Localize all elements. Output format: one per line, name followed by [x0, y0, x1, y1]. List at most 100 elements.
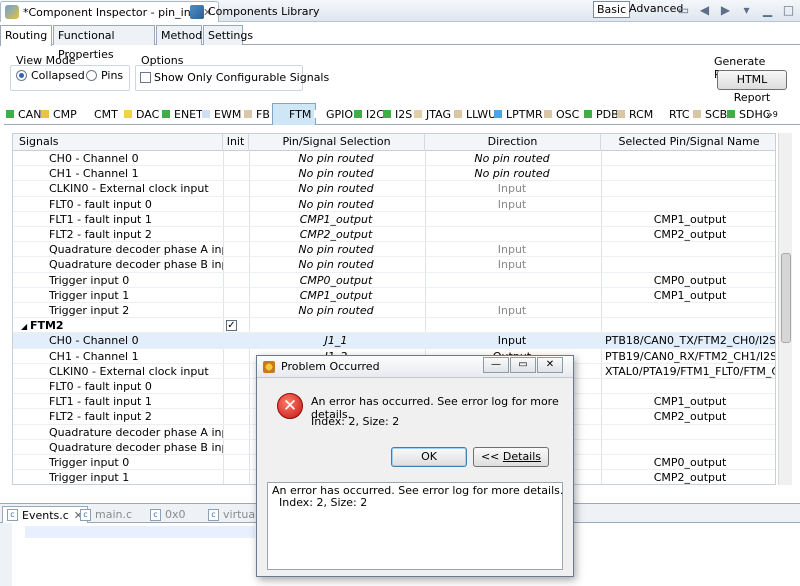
peripheral-tab-dac[interactable]: DAC: [122, 103, 159, 125]
details-button[interactable]: << Details: [473, 447, 549, 467]
peripheral-tab-ewm[interactable]: EWM: [200, 103, 241, 125]
tab-functional-properties[interactable]: Functional Properties: [53, 25, 155, 61]
forward-icon[interactable]: ▶: [718, 3, 733, 17]
peripheral-tab-label: ENET: [174, 107, 203, 121]
html-report-button[interactable]: HTML Report: [717, 70, 787, 104]
signal-name: FLT0 - fault input 0: [49, 380, 152, 393]
inspector-sub-tabs: Routing Functional Properties Methods Se…: [0, 25, 800, 61]
table-group-row[interactable]: ◢ FTM2 ✓: [13, 318, 775, 334]
minimize-icon[interactable]: ▁: [760, 3, 775, 17]
peripheral-tab-llwu[interactable]: LLWU: [452, 103, 496, 125]
peripheral-tab-gpio[interactable]: GPIO: [312, 103, 353, 125]
header-direction[interactable]: Direction: [425, 134, 601, 151]
peripheral-tab-i2s[interactable]: I2S: [381, 103, 412, 125]
table-row[interactable]: FLT1 - fault input 1 CMP1_output CMP1_outp…: [13, 212, 775, 227]
peripheral-tab-i2c[interactable]: I2C: [352, 103, 384, 125]
more-tabs-chevron-icon[interactable]: » 9: [764, 103, 778, 125]
editor-tab-label: Components Library: [208, 5, 320, 18]
bottom-tab-0x0[interactable]: c 0x0: [150, 506, 186, 523]
header-selected-pin-signal-name[interactable]: Selected Pin/Signal Name: [601, 134, 775, 151]
back-icon[interactable]: ◀: [697, 3, 712, 17]
pin-selection: No pin routed: [298, 304, 374, 317]
signal-name: CH0 - Channel 0: [49, 334, 139, 348]
table-row[interactable]: CLKIN0 - External clock input No pin rout…: [13, 181, 775, 197]
peripheral-tab-cmp[interactable]: CMP: [39, 103, 77, 125]
overflow-chevron: »: [766, 107, 773, 121]
peripheral-color-swatch: [314, 110, 322, 118]
expand-arrow-icon[interactable]: ◢: [21, 322, 30, 331]
details-line-2: Index: 2, Size: 2: [272, 496, 368, 509]
table-vertical-scrollbar[interactable]: [778, 133, 792, 485]
table-row[interactable]: Trigger input 2 No pin routed Input: [13, 303, 775, 319]
peripheral-tab-strip: CAN CMP CMT DAC ENET EWM FB FTM GPIO I2C I2S JTAG LL…: [4, 103, 800, 125]
peripheral-tab-osc[interactable]: OSC: [542, 103, 579, 125]
c-file-icon: c: [7, 509, 18, 521]
peripheral-tab-rtc[interactable]: RTC: [655, 103, 690, 125]
table-row[interactable]: Quadrature decoder phase B input No pin r…: [13, 257, 775, 273]
peripheral-tab-lptmr[interactable]: LPTMR: [492, 103, 543, 125]
group-label: ◢ FTM2: [21, 318, 221, 333]
peripheral-tab-rcm[interactable]: RCM: [615, 103, 653, 125]
direction: Input: [497, 258, 527, 272]
peripheral-tab-pdb[interactable]: PDB: [582, 103, 619, 125]
peripheral-color-swatch: [584, 110, 592, 118]
peripheral-tab-ftm[interactable]: FTM: [272, 103, 317, 125]
close-window-button[interactable]: ✕: [537, 357, 563, 373]
signal-name: Quadrature decoder phase A input: [49, 425, 223, 439]
table-row[interactable]: CH0 - Channel 0 J1_1 Input PTB18/CAN0_TX/FT…: [13, 333, 775, 349]
error-detail: Index: 2, Size: 2: [311, 415, 400, 428]
selected-pin-signal-name: [605, 197, 775, 212]
peripheral-tab-scb[interactable]: SCB: [691, 103, 727, 125]
maximize-icon[interactable]: □: [781, 3, 796, 17]
signal-name: FLT1 - fault input 1: [49, 395, 152, 409]
tab-settings[interactable]: Settings: [203, 25, 253, 45]
peripheral-color-swatch: [277, 110, 285, 119]
dialog-title-bar[interactable]: Problem Occurred — ▭ ✕: [257, 356, 573, 378]
only-configurable-checkbox[interactable]: Show Only Configurable Signals: [140, 71, 329, 84]
radio-dot: [16, 70, 27, 81]
init-checkbox[interactable]: ✓: [226, 320, 237, 332]
details-text-area[interactable]: An error has occurred. See error log for…: [267, 482, 563, 570]
table-row[interactable]: FLT2 - fault input 2 CMP2_output CMP2_outp…: [13, 227, 775, 243]
peripheral-tab-fb[interactable]: FB: [242, 103, 270, 125]
signal-name: Quadrature decoder phase A input: [49, 243, 223, 257]
minimize-window-button[interactable]: —: [483, 357, 509, 373]
peripheral-tab-jtag[interactable]: JTAG: [412, 103, 451, 125]
table-row[interactable]: CH1 - Channel 1 No pin routed No pin route…: [13, 166, 775, 182]
details-label: Details: [502, 450, 542, 463]
peripheral-tab-label: LPTMR: [506, 107, 543, 121]
peripheral-tab-can[interactable]: CAN: [4, 103, 41, 125]
basic-mode-button[interactable]: Basic: [593, 1, 631, 18]
dropdown-icon[interactable]: ▾: [739, 3, 754, 17]
header-pin-signal-selection[interactable]: Pin/Signal Selection: [249, 134, 425, 151]
direction: Input: [497, 197, 527, 211]
peripheral-color-swatch: [494, 110, 502, 118]
editor-tab-components-library[interactable]: Components Library: [186, 1, 326, 22]
table-row[interactable]: FLT0 - fault input 0 No pin routed Input: [13, 197, 775, 212]
maximize-window-button[interactable]: ▭: [510, 357, 536, 373]
header-signals[interactable]: Signals: [13, 134, 223, 151]
table-row[interactable]: Trigger input 1 CMP1_output CMP1_output: [13, 288, 775, 303]
bottom-tab-main-c[interactable]: c main.c: [80, 506, 132, 523]
table-row[interactable]: CH0 - Channel 0 No pin routed No pin route…: [13, 151, 775, 167]
table-row[interactable]: Trigger input 0 CMP0_output CMP0_output: [13, 273, 775, 288]
pins-radio[interactable]: Pins: [86, 69, 123, 82]
bottom-tab-events-c[interactable]: c Events.c ✕: [2, 506, 89, 523]
peripheral-color-swatch: [414, 110, 422, 118]
tab-methods[interactable]: Methods: [156, 25, 208, 45]
peripheral-tab-label: CMP: [53, 107, 77, 121]
peripheral-tab-cmt[interactable]: CMT: [80, 103, 118, 125]
peripheral-color-swatch: [162, 110, 170, 118]
collapsed-radio[interactable]: Collapsed: [16, 69, 85, 82]
pin-selection: J1_1: [324, 334, 348, 348]
peripheral-tab-enet[interactable]: ENET: [160, 103, 203, 125]
selected-pin-signal-name: [605, 181, 775, 196]
note-icon[interactable]: ▭: [676, 3, 691, 17]
scrollbar-thumb[interactable]: [781, 253, 791, 343]
direction: Input: [497, 182, 527, 196]
ok-button[interactable]: OK: [391, 447, 467, 467]
header-init[interactable]: Init: [223, 134, 249, 151]
selected-pin-signal-name: CMP0_output: [653, 456, 727, 469]
table-row[interactable]: Quadrature decoder phase A input No pin r…: [13, 242, 775, 258]
tab-routing[interactable]: Routing: [0, 25, 52, 46]
